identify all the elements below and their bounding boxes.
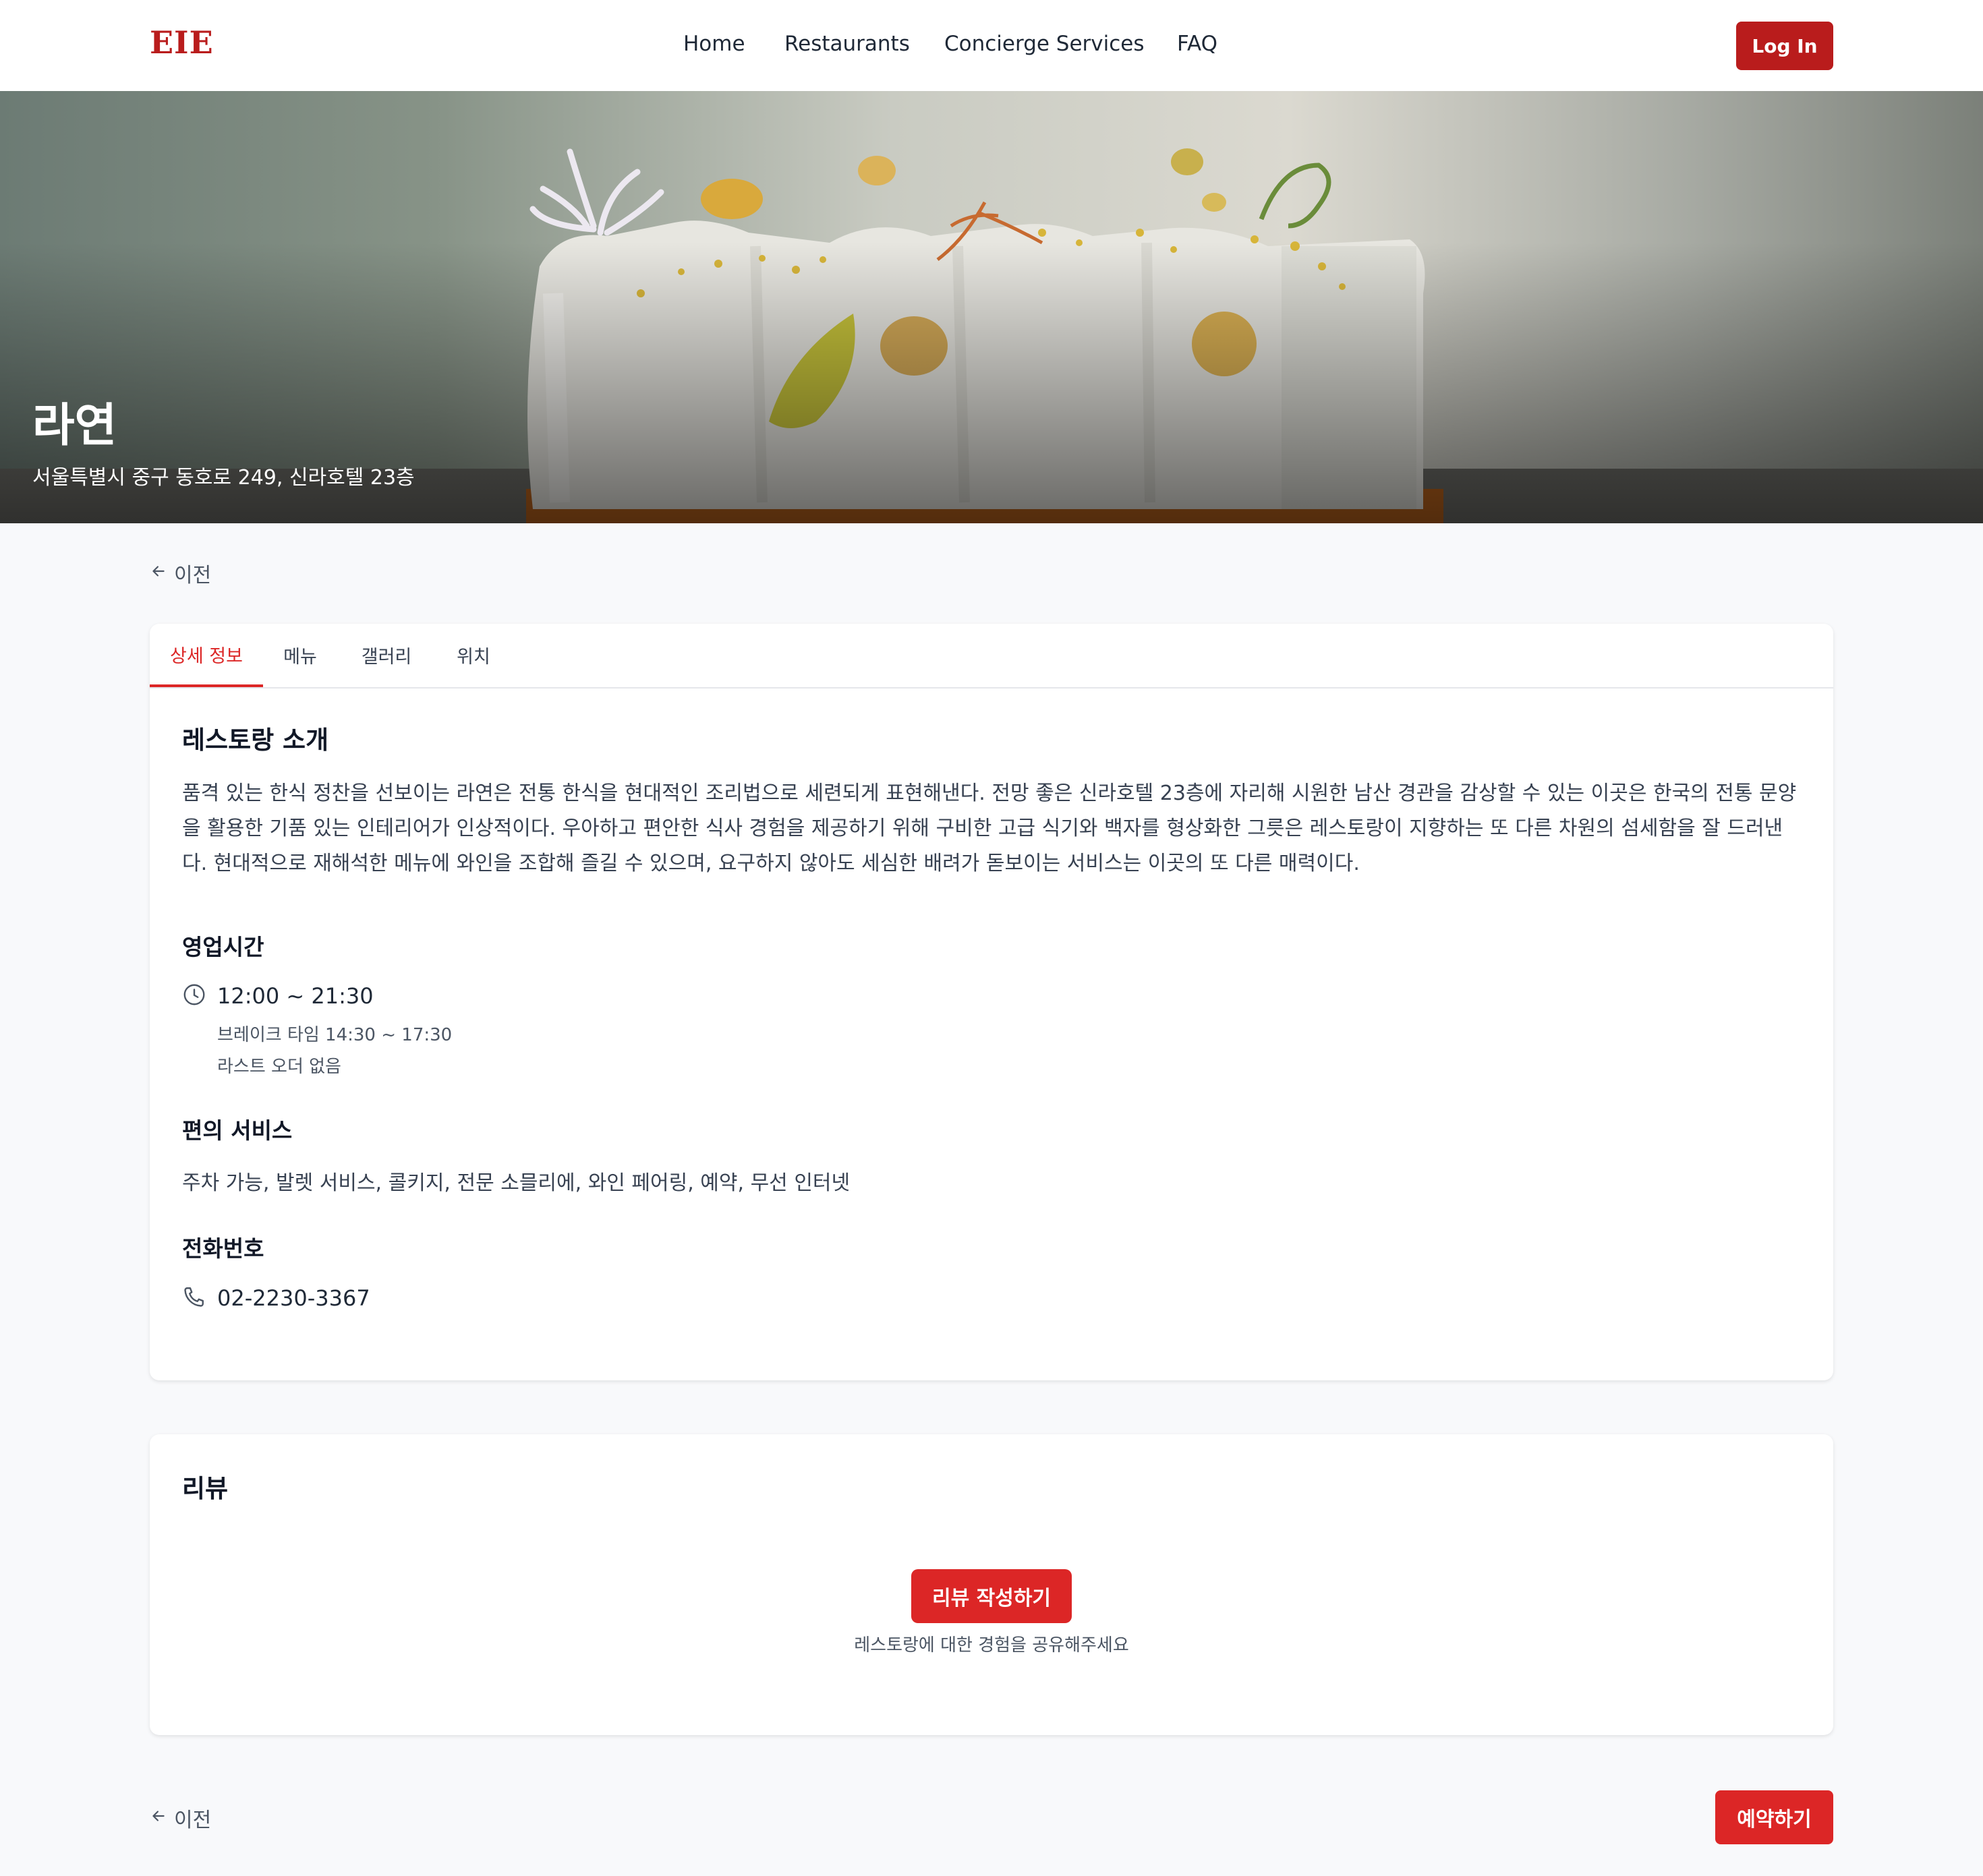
intro-text: 품격 있는 한식 정찬을 선보이는 라연은 전통 한식을 현대적인 조리법으로 … — [182, 782, 1797, 875]
login-button[interactable]: Log In — [1736, 22, 1833, 70]
hero-banner: 라연 서울특별시 중구 동호로 249, 신라호텔 23층 — [0, 91, 1983, 523]
top-navigation-bar: EIE Home Restaurants Concierge Services … — [0, 0, 1983, 92]
main-nav: Home Restaurants Concierge Services FAQ — [0, 0, 1983, 91]
intro-heading: 레스토랑 소개 — [182, 726, 329, 755]
tab-location[interactable]: 위치 — [440, 624, 507, 686]
reviews-card: 리뷰 리뷰 작성하기 레스토랑에 대한 경험을 공유해주세요 — [150, 1434, 1833, 1735]
tab-gallery[interactable]: 갤러리 — [345, 624, 428, 686]
nav-restaurants[interactable]: Restaurants — [784, 32, 910, 56]
back-link-top[interactable]: 이전 — [150, 558, 211, 588]
restaurant-name: 라연 — [32, 399, 117, 452]
nav-faq[interactable]: FAQ — [1177, 32, 1217, 56]
reserve-button[interactable]: 예약하기 — [1715, 1790, 1833, 1844]
nav-home[interactable]: Home — [683, 32, 745, 56]
write-review-button[interactable]: 리뷰 작성하기 — [911, 1569, 1072, 1623]
review-hint: 레스토랑에 대한 경험을 공유해주세요 — [854, 1635, 1129, 1655]
hero-overlay — [0, 91, 1983, 523]
nav-concierge-services[interactable]: Concierge Services — [944, 32, 1145, 56]
tab-bar: 상세 정보 메뉴 갤러리 위치 — [150, 624, 1833, 688]
phone-icon — [182, 1285, 206, 1309]
hours-value: 12:00 ~ 21:30 — [217, 983, 374, 1009]
details-card: 상세 정보 메뉴 갤러리 위치 레스토랑 소개 품격 있는 한식 정찬을 선보이… — [150, 624, 1833, 1380]
last-order: 라스트 오더 없음 — [217, 1057, 341, 1077]
hours-heading: 영업시간 — [182, 934, 264, 960]
clock-icon — [182, 983, 206, 1007]
tab-details[interactable]: 상세 정보 — [150, 624, 263, 687]
back-label: 이전 — [174, 1809, 212, 1832]
tab-menu[interactable]: 메뉴 — [270, 624, 330, 686]
phone-number[interactable]: 02-2230-3367 — [217, 1285, 370, 1311]
back-link-bottom[interactable]: 이전 — [150, 1803, 211, 1833]
amenities-list: 주차 가능, 발렛 서비스, 콜키지, 전문 소믈리에, 와인 페어링, 예약,… — [182, 1171, 851, 1195]
amenities-heading: 편의 서비스 — [182, 1117, 293, 1144]
arrow-left-icon — [150, 1807, 167, 1830]
back-label: 이전 — [174, 564, 212, 587]
arrow-left-icon — [150, 562, 167, 585]
reviews-heading: 리뷰 — [182, 1474, 229, 1503]
restaurant-address: 서울특별시 중구 동호로 249, 신라호텔 23층 — [32, 466, 415, 490]
phone-heading: 전화번호 — [182, 1235, 264, 1262]
break-time: 브레이크 타임 14:30 ~ 17:30 — [217, 1025, 453, 1045]
